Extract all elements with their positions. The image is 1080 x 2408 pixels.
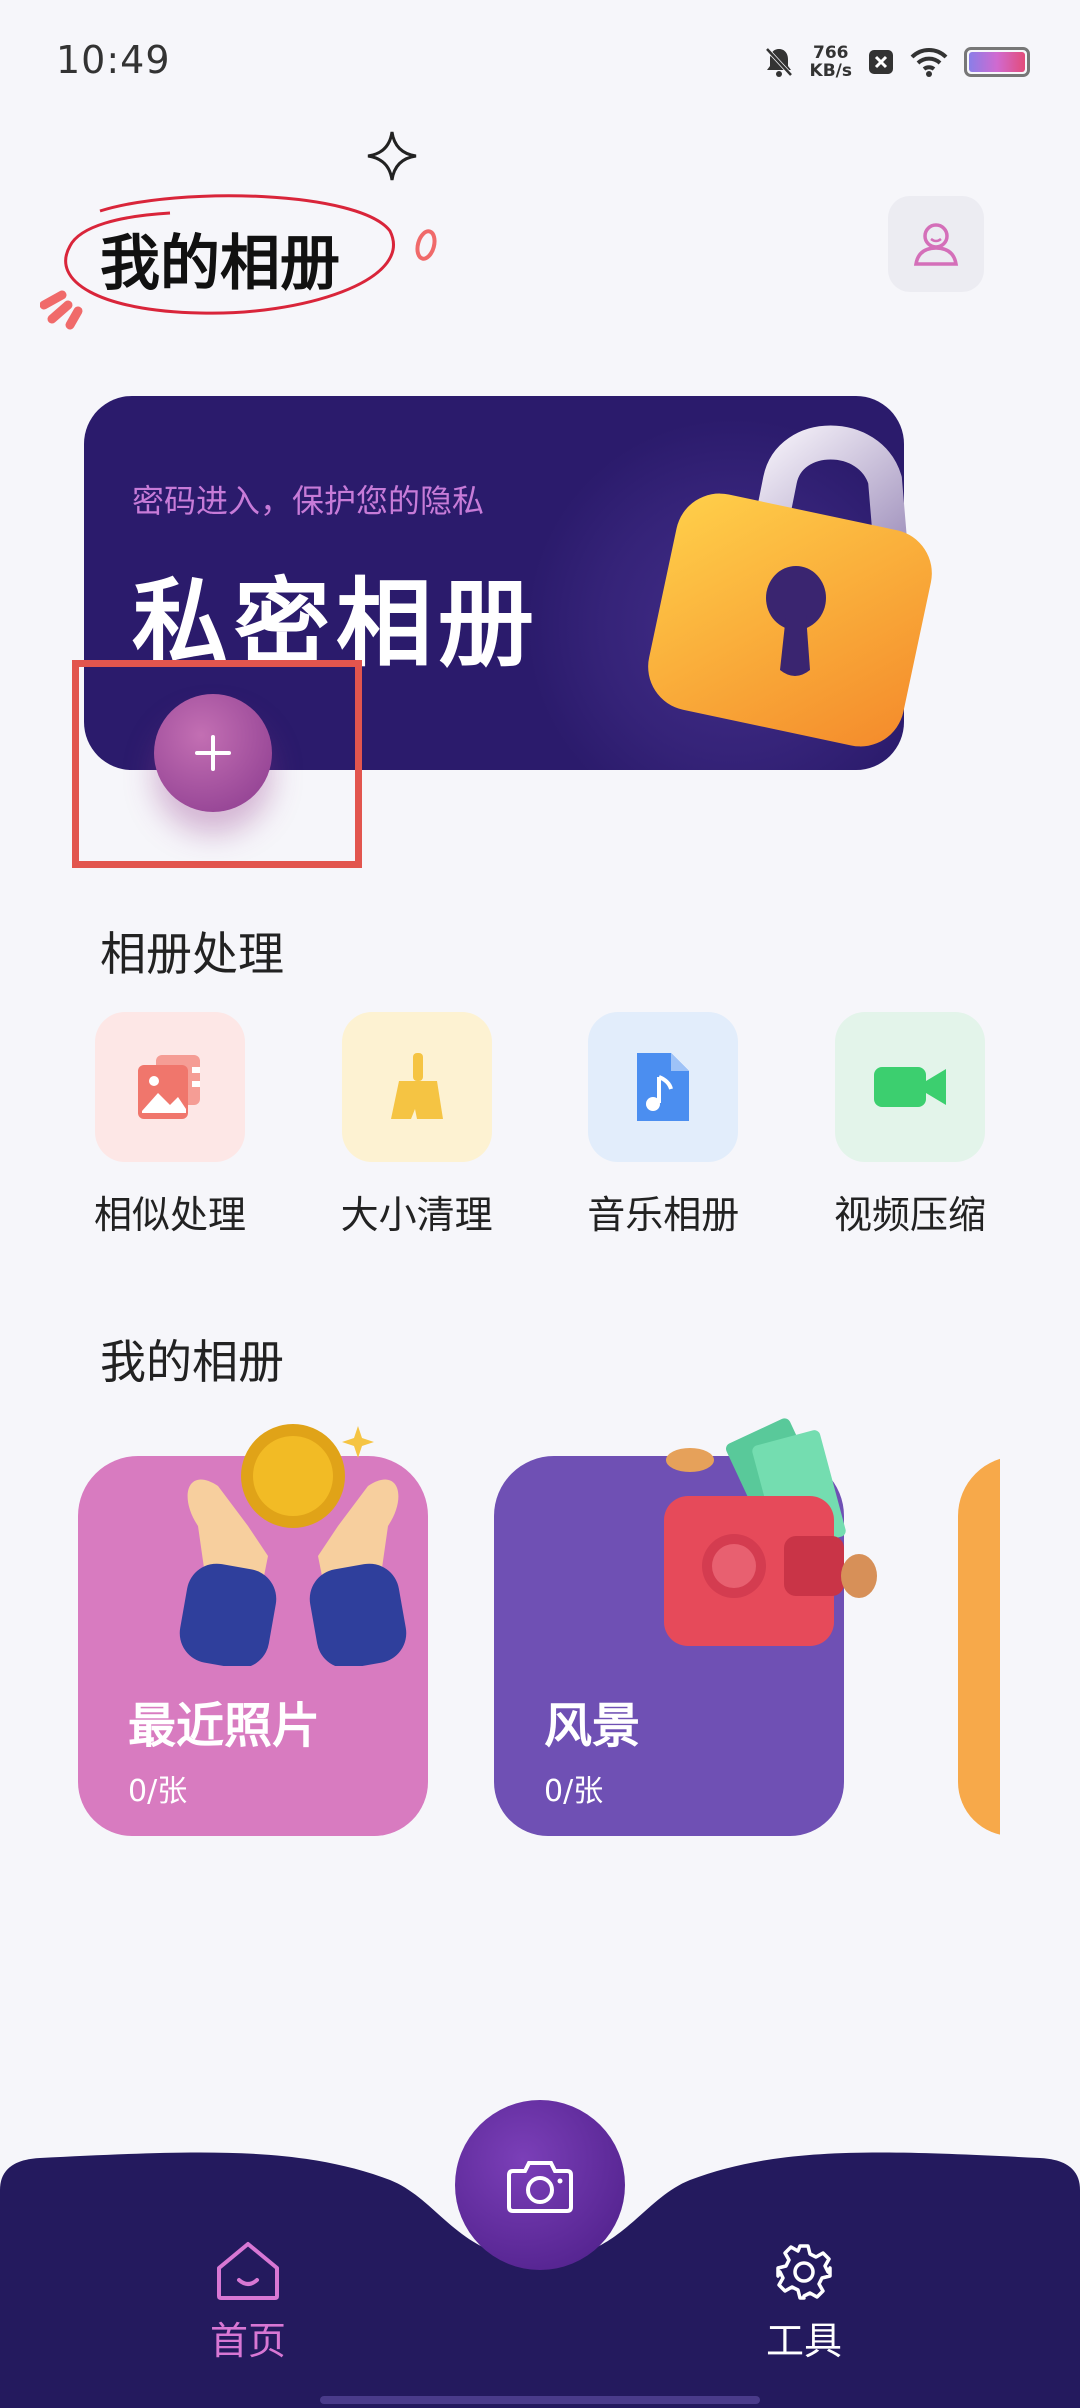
nav-home[interactable]: 首页 bbox=[210, 2238, 286, 2365]
tool-video-compress[interactable]: 视频压缩 bbox=[810, 1012, 1010, 1252]
video-camera-icon bbox=[873, 1067, 946, 1107]
music-file-icon bbox=[637, 1053, 690, 1121]
profile-button[interactable] bbox=[888, 196, 984, 292]
broom-icon bbox=[390, 1053, 443, 1119]
tool-similar-icon-bg bbox=[95, 1012, 245, 1162]
album-card-third[interactable] bbox=[958, 1456, 1080, 1836]
wifi-icon bbox=[910, 47, 948, 77]
close-box-icon bbox=[869, 50, 893, 74]
title-o-decoration bbox=[415, 229, 437, 261]
net-speed-unit: KB/s bbox=[809, 61, 852, 81]
tool-music-icon-bg bbox=[588, 1012, 739, 1162]
tool-music-label: 音乐相册 bbox=[587, 1193, 740, 1237]
album-card-scenery[interactable]: 风景 0/张 bbox=[494, 1418, 877, 1836]
gear-icon bbox=[776, 2244, 832, 2300]
tool-video-label: 视频压缩 bbox=[833, 1193, 986, 1237]
nav-tools-label: 工具 bbox=[766, 2319, 843, 2363]
tool-video-icon-bg bbox=[834, 1012, 985, 1162]
net-speed: 766 KB/s bbox=[810, 44, 852, 80]
tool-music-album[interactable]: 音乐相册 bbox=[563, 1012, 763, 1252]
tool-cleanup-icon-bg bbox=[341, 1012, 492, 1162]
wallet-money-icon bbox=[664, 1418, 877, 1646]
camera-button[interactable] bbox=[455, 2100, 625, 2270]
status-time: 10:49 bbox=[56, 38, 171, 82]
battery-icon bbox=[964, 47, 1030, 77]
bell-off-icon bbox=[765, 47, 793, 77]
tools-section-title: 相册处理 bbox=[100, 927, 284, 981]
album-card-bg bbox=[958, 1456, 1000, 1836]
net-speed-value: 766 bbox=[813, 43, 849, 63]
status-bar: 10:49 766 KB/s bbox=[0, 0, 1080, 120]
header-title-area: 我的相册 bbox=[40, 165, 460, 335]
album-count: 0/张 bbox=[544, 1774, 604, 1809]
tools-grid: 相似处理 大小清理 音乐相册 视频压缩 bbox=[70, 1012, 1010, 1252]
plus-icon bbox=[195, 735, 231, 771]
private-album-subtitle: 密码进入，保护您的隐私 bbox=[132, 482, 485, 520]
home-indicator bbox=[320, 2396, 760, 2404]
tool-similar[interactable]: 相似处理 bbox=[70, 1012, 270, 1252]
hands-coin-icon bbox=[179, 1424, 407, 1666]
photo-stack-icon bbox=[138, 1055, 200, 1119]
user-icon bbox=[913, 223, 959, 266]
album-count: 0/张 bbox=[128, 1774, 188, 1809]
home-icon bbox=[217, 2242, 279, 2300]
album-name: 风景 bbox=[544, 1698, 641, 1754]
album-name: 最近照片 bbox=[128, 1698, 321, 1754]
nav-tools[interactable]: 工具 bbox=[766, 2242, 842, 2365]
title-dash-decoration bbox=[40, 290, 83, 330]
status-icons: 766 KB/s bbox=[764, 40, 1030, 84]
page-title: 我的相册 bbox=[100, 229, 340, 299]
padlock-icon bbox=[648, 425, 932, 747]
albums-section-title: 我的相册 bbox=[100, 1335, 284, 1389]
tool-cleanup[interactable]: 大小清理 bbox=[317, 1012, 517, 1252]
add-private-photo-button[interactable] bbox=[154, 694, 272, 812]
album-card-recent[interactable]: 最近照片 0/张 bbox=[78, 1424, 428, 1836]
tool-similar-label: 相似处理 bbox=[93, 1193, 246, 1237]
tool-cleanup-label: 大小清理 bbox=[340, 1193, 493, 1237]
sparkle-icon bbox=[367, 131, 417, 181]
nav-home-label: 首页 bbox=[210, 2319, 287, 2363]
camera-icon bbox=[507, 2161, 573, 2213]
